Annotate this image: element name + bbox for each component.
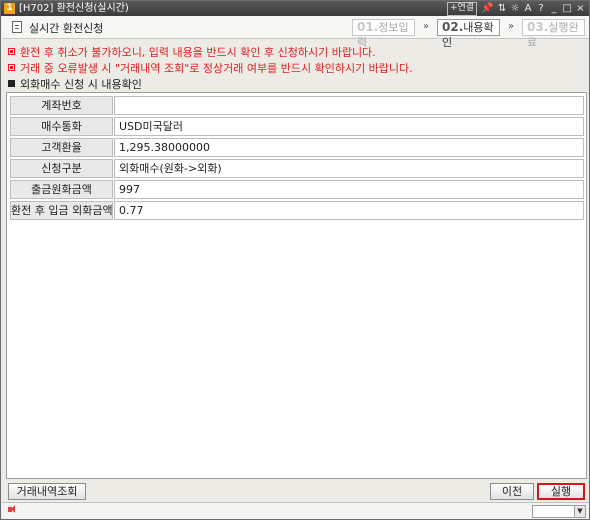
window-titlebar: 1 [H702] 환전신청(실시간) +연결 📌 ⇅ ☼ A ? _ □ ×	[1, 1, 589, 16]
page-title: 실시간 환전신청	[29, 22, 104, 35]
page-header: 실시간 환전신청 01.정보입력 » 02.내용확인 » 03.실행완료	[2, 16, 589, 49]
settings-icon[interactable]: ☼	[511, 1, 520, 16]
form-row-type: 신청구분 외화매수(원화->외화)	[10, 159, 584, 179]
notice-text-1: 환전 후 취소가 불가하오니, 입력 내용을 반드시 확인 후 신청하시기 바랍…	[20, 46, 376, 59]
step-arrow-2: »	[508, 21, 515, 32]
step-2: 02.내용확인	[437, 19, 500, 49]
step-1-num: 01.	[357, 20, 379, 34]
type-value: 외화매수(원화->외화)	[114, 159, 584, 178]
form-row-krw-amount: 출금원화금액 997	[10, 180, 584, 200]
step-3-num: 03.	[527, 20, 549, 34]
close-button[interactable]: ×	[576, 1, 585, 16]
app-window: 1 [H702] 환전신청(실시간) +연결 📌 ⇅ ☼ A ? _ □ × 실…	[0, 0, 590, 520]
status-bar: ▼	[2, 502, 589, 519]
notice-bullet-icon	[8, 48, 15, 55]
section-bullet-icon	[8, 80, 15, 87]
fx-amount-label: 환전 후 입금 외화금액	[10, 201, 113, 220]
confirm-form: 계좌번호 매수통화 USD미국달러 고객환율 1,295.38000000 신청…	[10, 96, 584, 222]
rate-label: 고객환율	[10, 138, 113, 157]
history-button[interactable]: 거래내역조회	[8, 483, 86, 500]
step-3: 03.실행완료	[522, 19, 585, 49]
link-toggle-button[interactable]: +연결	[446, 2, 478, 16]
action-bar: 거래내역조회 이전 실행	[2, 480, 589, 502]
section-title: 외화매수 신청 시 내용확인	[8, 76, 142, 92]
form-row-rate: 고객환율 1,295.38000000	[10, 138, 584, 158]
window-badge: 1	[4, 3, 15, 14]
fx-amount-value: 0.77	[114, 201, 584, 220]
form-row-currency: 매수통화 USD미국달러	[10, 117, 584, 137]
section-title-text: 외화매수 신청 시 내용확인	[20, 78, 142, 91]
account-value	[114, 96, 584, 115]
window-title: [H702] 환전신청(실시간)	[19, 3, 129, 14]
currency-value: USD미국달러	[114, 117, 584, 136]
form-row-fx-amount: 환전 후 입금 외화금액 0.77	[10, 201, 584, 221]
form-row-account: 계좌번호	[10, 96, 584, 116]
prev-button[interactable]: 이전	[490, 483, 534, 500]
pin-icon[interactable]: 📌	[481, 1, 493, 16]
account-label: 계좌번호	[10, 96, 113, 115]
minimize-button[interactable]: _	[550, 1, 559, 16]
notice-line-2: 거래 중 오류발생 시 "거래내역 조회"로 정상거래 여부를 반드시 확인하시…	[8, 60, 413, 76]
krw-amount-label: 출금원화금액	[10, 180, 113, 199]
type-label: 신청구분	[10, 159, 113, 178]
krw-amount-value: 997	[114, 180, 584, 199]
document-icon	[12, 21, 22, 33]
help-icon[interactable]: ?	[537, 1, 546, 16]
step-2-num: 02.	[442, 20, 464, 34]
execute-button[interactable]: 실행	[537, 483, 585, 500]
notice-text-2: 거래 중 오류발생 시 "거래내역 조회"로 정상거래 여부를 반드시 확인하시…	[20, 62, 413, 75]
currency-label: 매수통화	[10, 117, 113, 136]
status-select[interactable]: ▼	[532, 505, 586, 518]
font-size-icon[interactable]: A	[524, 1, 533, 16]
confirm-panel: 계좌번호 매수통화 USD미국달러 고객환율 1,295.38000000 신청…	[6, 92, 587, 479]
maximize-button[interactable]: □	[563, 1, 572, 16]
rate-value: 1,295.38000000	[114, 138, 584, 157]
speaker-icon[interactable]	[8, 505, 15, 513]
sort-icon[interactable]: ⇅	[498, 1, 507, 16]
chevron-down-icon[interactable]: ▼	[574, 506, 585, 517]
window-tools: +연결 📌 ⇅ ☼ A ? _ □ ×	[446, 1, 585, 16]
notice-bullet-icon	[8, 64, 15, 71]
step-1: 01.정보입력	[352, 19, 415, 49]
notice-line-1: 환전 후 취소가 불가하오니, 입력 내용을 반드시 확인 후 신청하시기 바랍…	[8, 44, 376, 60]
step-arrow-1: »	[423, 21, 430, 32]
